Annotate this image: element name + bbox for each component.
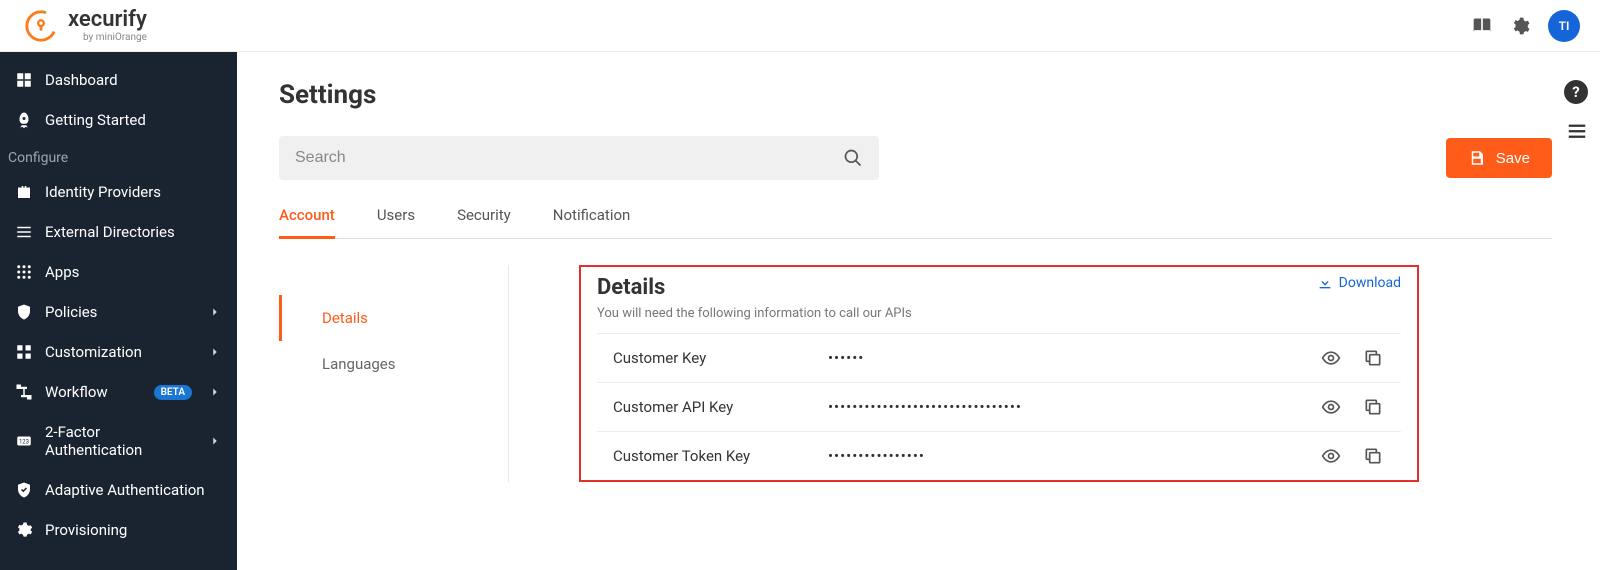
detail-row-token-key: Customer Token Key •••••••••••••••• [597, 431, 1401, 480]
save-label: Save [1496, 150, 1530, 167]
sidebar-item-label: Provisioning [45, 521, 222, 539]
eye-icon[interactable] [1321, 446, 1341, 466]
detail-label: Customer Token Key [613, 447, 828, 465]
brand-byline: by miniOrange [68, 33, 147, 43]
sidebar-item-label: Customization [45, 343, 196, 361]
logo[interactable]: xecurify by miniOrange [24, 9, 147, 43]
sidebar-item-provisioning[interactable]: Provisioning [0, 510, 237, 550]
beta-badge: BETA [154, 385, 192, 400]
apps-icon [15, 263, 33, 281]
eye-icon[interactable] [1321, 348, 1341, 368]
subnav-languages[interactable]: Languages [279, 341, 508, 387]
subnav-details[interactable]: Details [279, 295, 508, 341]
tabs: Account Users Security Notification [279, 206, 1552, 239]
detail-row-customer-key: Customer Key •••••• [597, 333, 1401, 382]
topbar-actions: TI [1472, 10, 1580, 42]
save-disk-icon [1468, 149, 1486, 167]
sidebar-item-label: Policies [45, 303, 196, 321]
sidebar-item-apps[interactable]: Apps [0, 252, 237, 292]
logo-icon [24, 9, 58, 43]
copy-icon[interactable] [1363, 348, 1383, 368]
shield-icon [15, 303, 33, 321]
avatar[interactable]: TI [1548, 10, 1580, 42]
details-title: Details [597, 275, 912, 300]
copy-icon[interactable] [1363, 397, 1383, 417]
save-button[interactable]: Save [1446, 138, 1552, 178]
help-button[interactable]: ? [1564, 80, 1588, 104]
sidebar-section-configure: Configure [0, 140, 237, 172]
search-box[interactable] [279, 136, 879, 180]
briefcase-icon [15, 183, 33, 201]
copy-icon[interactable] [1363, 446, 1383, 466]
sidebar-item-adaptive-auth[interactable]: Adaptive Authentication [0, 470, 237, 510]
sidebar-item-label: Identity Providers [45, 183, 222, 201]
detail-value: •••••• [828, 349, 1321, 367]
search-icon[interactable] [843, 148, 863, 168]
hamburger-icon[interactable] [1566, 120, 1588, 142]
sidebar-item-label: Workflow [45, 383, 142, 401]
sidebar-item-label: 2-Factor Authentication [45, 423, 196, 459]
gear-small-icon [15, 521, 33, 539]
sidebar-item-label: Dashboard [45, 71, 222, 89]
chevron-right-icon [208, 345, 222, 359]
sidebar-item-policies[interactable]: Policies [0, 292, 237, 332]
gear-icon[interactable] [1510, 16, 1530, 36]
list-icon [15, 223, 33, 241]
tab-notification[interactable]: Notification [553, 206, 631, 239]
detail-row-api-key: Customer API Key •••••••••••••••••••••••… [597, 382, 1401, 431]
brand-name: xecurify [68, 9, 147, 31]
sidebar-item-label: Apps [45, 263, 222, 281]
tab-account[interactable]: Account [279, 206, 335, 239]
sidebar-item-identity-providers[interactable]: Identity Providers [0, 172, 237, 212]
book-icon[interactable] [1472, 16, 1492, 36]
subnav: Details Languages [279, 265, 509, 482]
sidebar-item-customization[interactable]: Customization [0, 332, 237, 372]
tab-security[interactable]: Security [457, 206, 511, 239]
sidebar-item-getting-started[interactable]: Getting Started [0, 100, 237, 140]
details-panel: Details You will need the following info… [579, 265, 1419, 482]
detail-label: Customer API Key [613, 398, 828, 416]
detail-value: •••••••••••••••• [828, 447, 1321, 465]
sidebar-item-workflow[interactable]: Workflow BETA [0, 372, 237, 412]
download-label: Download [1339, 275, 1401, 291]
sidebar: Dashboard Getting Started Configure Iden… [0, 52, 237, 570]
twofa-icon: 123 [15, 432, 33, 450]
eye-icon[interactable] [1321, 397, 1341, 417]
page-title: Settings [279, 80, 1552, 110]
sidebar-item-label: External Directories [45, 223, 222, 241]
chevron-right-icon [208, 434, 222, 448]
sidebar-item-label: Getting Started [45, 111, 222, 129]
download-link[interactable]: Download [1317, 275, 1401, 291]
chevron-right-icon [208, 305, 222, 319]
search-input[interactable] [295, 149, 843, 167]
download-icon [1317, 275, 1333, 291]
sidebar-item-external-directories[interactable]: External Directories [0, 212, 237, 252]
svg-text:123: 123 [19, 438, 29, 445]
detail-value: •••••••••••••••••••••••••••••••• [828, 398, 1321, 416]
sidebar-item-dashboard[interactable]: Dashboard [0, 60, 237, 100]
sidebar-item-2fa[interactable]: 123 2-Factor Authentication [0, 412, 237, 470]
main-content: ? Settings Save Account Users Security N… [237, 52, 1600, 570]
logo-text: xecurify by miniOrange [68, 9, 147, 43]
topbar: xecurify by miniOrange TI [0, 0, 1600, 52]
shield-check-icon [15, 481, 33, 499]
detail-label: Customer Key [613, 349, 828, 367]
rocket-icon [15, 111, 33, 129]
workflow-icon [15, 383, 33, 401]
tab-users[interactable]: Users [377, 206, 415, 239]
customize-icon [15, 343, 33, 361]
dashboard-icon [15, 71, 33, 89]
sidebar-item-label: Adaptive Authentication [45, 481, 222, 499]
details-subtitle: You will need the following information … [597, 306, 912, 321]
chevron-right-icon [208, 385, 222, 399]
